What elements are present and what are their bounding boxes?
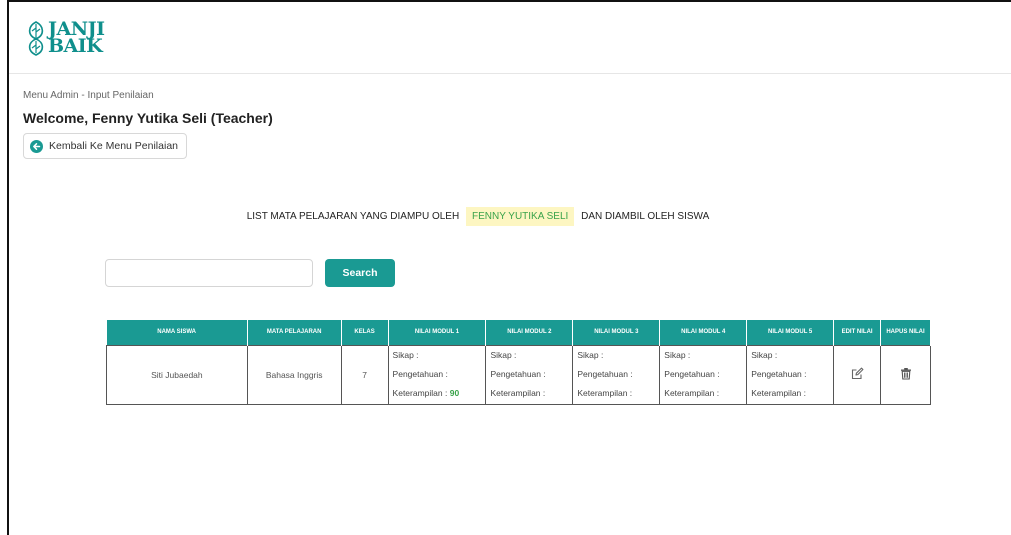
sikap-label: Sikap : [577, 350, 604, 360]
cell-hapus-nilai [880, 344, 931, 405]
header: JANJI BAIK [9, 2, 1011, 74]
keterampilan-label: Keterampilan : [751, 388, 807, 398]
cell-nama-siswa: Siti Jubaedah [106, 344, 248, 405]
pengetahuan-label: Pengetahuan : [392, 369, 448, 379]
breadcrumb: Menu Admin - Input Penilaian [23, 90, 154, 101]
sikap-label: Sikap : [751, 350, 778, 360]
header-edit-nilai: EDIT NILAI [833, 320, 882, 345]
logo-text: JANJI BAIK [48, 20, 105, 57]
back-to-penilaian-button[interactable]: Kembali Ke Menu Penilaian [23, 133, 187, 159]
cell-modul-2: Sikap : Pengetahuan : Keterampilan : [485, 344, 574, 405]
header-kelas: KELAS [341, 320, 389, 345]
header-nilai-modul-5: NILAI MODUL 5 [746, 320, 835, 345]
search-button[interactable]: Search [325, 259, 395, 287]
keterampilan-label: Keterampilan : [490, 388, 546, 398]
keterampilan-score: 90 [449, 388, 460, 398]
keterampilan-label: Keterampilan : [664, 388, 720, 398]
keterampilan-line: Keterampilan : 90 [393, 384, 486, 403]
keterampilan-label: Keterampilan : [577, 388, 633, 398]
nilai-table: NAMA SISWA MATA PELAJARAN KELAS NILAI MO… [106, 320, 931, 405]
sikap-label: Sikap : [392, 350, 419, 360]
cell-modul-1: Sikap : Pengetahuan : Keterampilan : 90 [387, 344, 487, 405]
page-title: Welcome, Fenny Yutika Seli (Teacher) [23, 110, 273, 126]
header-hapus-nilai: HAPUS NILAI [880, 320, 931, 345]
pengetahuan-label: Pengetahuan : [577, 369, 633, 379]
pengetahuan-label: Pengetahuan : [751, 369, 807, 379]
edit-icon[interactable] [851, 367, 864, 380]
cell-modul-3: Sikap : Pengetahuan : Keterampilan : [572, 344, 661, 405]
table-header-row: NAMA SISWA MATA PELAJARAN KELAS NILAI MO… [106, 320, 931, 345]
sikap-label: Sikap : [490, 350, 517, 360]
arrow-left-circle-icon [30, 139, 43, 153]
sikap-label: Sikap : [664, 350, 691, 360]
cell-kelas: 7 [340, 344, 389, 405]
header-mata-pelajaran: MATA PELAJARAN [247, 320, 342, 345]
header-nilai-modul-3: NILAI MODUL 3 [572, 320, 661, 345]
list-title-prefix: LIST MATA PELAJARAN YANG DIAMPU OLEH [246, 211, 460, 222]
table-row: Siti Jubaedah Bahasa Inggris 7 Sikap : P… [106, 344, 931, 405]
app-frame: JANJI BAIK Menu Admin - Input Penilaian … [7, 0, 1011, 535]
cell-modul-4: Sikap : Pengetahuan : Keterampilan : [659, 344, 748, 405]
header-nilai-modul-4: NILAI MODUL 4 [659, 320, 748, 345]
list-title-suffix: DAN DIAMBIL OLEH SISWA [581, 211, 710, 222]
header-nilai-modul-2: NILAI MODUL 2 [485, 320, 574, 345]
header-nilai-modul-1: NILAI MODUL 1 [388, 320, 487, 345]
leaf-logo-icon [28, 21, 44, 56]
back-button-label: Kembali Ke Menu Penilaian [49, 140, 178, 152]
pengetahuan-label: Pengetahuan : [664, 369, 720, 379]
logo[interactable]: JANJI BAIK [25, 20, 105, 57]
trash-icon[interactable] [900, 367, 912, 380]
logo-line2: BAIK [48, 35, 103, 57]
list-title: LIST MATA PELAJARAN YANG DIAMPU OLEH FEN… [9, 207, 1011, 226]
teacher-name-highlight: FENNY YUTIKA SELI [465, 207, 575, 226]
search-input[interactable] [105, 259, 313, 287]
cell-modul-5: Sikap : Pengetahuan : Keterampilan : [746, 344, 835, 405]
keterampilan-label: Keterampilan : [392, 388, 448, 398]
header-nama-siswa: NAMA SISWA [106, 320, 248, 345]
pengetahuan-label: Pengetahuan : [490, 369, 546, 379]
cell-mata-pelajaran: Bahasa Inggris [246, 344, 342, 405]
cell-edit-nilai [833, 344, 882, 405]
